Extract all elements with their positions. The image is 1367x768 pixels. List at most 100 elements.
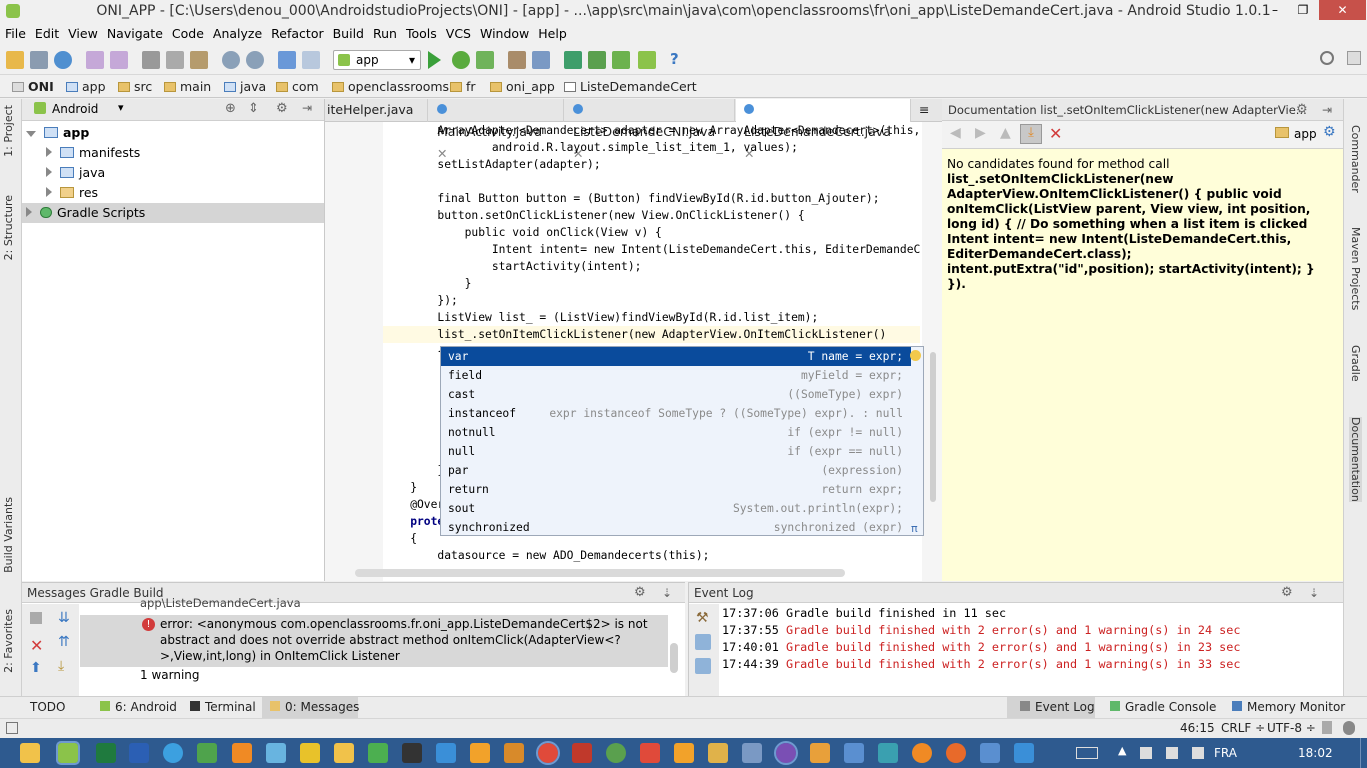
- gradle-sync-icon[interactable]: [564, 51, 582, 69]
- breadcrumb-java[interactable]: java: [224, 79, 266, 94]
- hide-icon[interactable]: ⇥: [302, 101, 312, 115]
- app-icon[interactable]: [878, 743, 898, 763]
- mark-read-icon[interactable]: [695, 634, 711, 650]
- maximize-button[interactable]: ❐: [1290, 0, 1316, 20]
- tree-item-res[interactable]: res: [46, 183, 98, 203]
- editor-scrollbar[interactable]: [922, 122, 942, 581]
- redo-icon[interactable]: [110, 51, 128, 69]
- app-icon[interactable]: [300, 743, 320, 763]
- show-desktop-button[interactable]: [1360, 738, 1367, 768]
- edit-source-icon[interactable]: ▲: [1000, 125, 1011, 141]
- pi-icon[interactable]: π: [911, 522, 918, 535]
- breadcrumb-src[interactable]: src: [118, 79, 152, 94]
- completion-item[interactable]: field myField = expr;: [441, 366, 911, 385]
- search-everywhere-icon[interactable]: [1320, 51, 1334, 65]
- menu-navigate[interactable]: Navigate: [102, 24, 167, 41]
- scrollbar-thumb[interactable]: [930, 352, 936, 502]
- messages-tab[interactable]: 0: Messages: [270, 700, 359, 714]
- project-structure-icon[interactable]: [508, 51, 526, 69]
- internet-explorer-icon[interactable]: [163, 743, 183, 763]
- gradle-tool-button[interactable]: Gradle: [1349, 345, 1362, 382]
- gear-icon[interactable]: ⚙: [1281, 583, 1293, 603]
- layout-icon[interactable]: [1347, 51, 1361, 65]
- expand-all-icon[interactable]: ⇊: [58, 610, 70, 626]
- run-config-select[interactable]: app ▾: [333, 50, 421, 70]
- export-icon[interactable]: ⤓: [58, 658, 64, 674]
- completion-item[interactable]: synchronized synchronized (expr): [441, 518, 911, 537]
- breadcrumb-listedemandecert[interactable]: ListeDemandeCert: [564, 79, 697, 94]
- app-icon[interactable]: [504, 743, 524, 763]
- chrome-icon[interactable]: [536, 741, 560, 765]
- save-icon[interactable]: [30, 51, 48, 69]
- breadcrumb-oni-app[interactable]: oni_app: [490, 79, 555, 94]
- sdk-manager-icon[interactable]: [612, 51, 630, 69]
- app-icon[interactable]: [197, 743, 217, 763]
- tree-item-app[interactable]: app: [26, 123, 322, 143]
- project-tool-button[interactable]: 1: Project: [2, 105, 15, 157]
- scroll-from-source-icon[interactable]: ⊕: [225, 101, 236, 116]
- menu-run[interactable]: Run: [368, 24, 401, 41]
- settings-icon[interactable]: [532, 51, 550, 69]
- hide-icon[interactable]: ⇣: [662, 583, 672, 603]
- scroll-to-end-icon[interactable]: [695, 658, 711, 674]
- app-icon[interactable]: [334, 743, 354, 763]
- monitor-icon[interactable]: [638, 51, 656, 69]
- app-icon[interactable]: [606, 743, 626, 763]
- tree-item-manifests[interactable]: manifests: [46, 143, 140, 163]
- firefox-icon[interactable]: [946, 743, 966, 763]
- lock-icon[interactable]: [1322, 721, 1332, 734]
- language-indicator[interactable]: FRA: [1214, 746, 1237, 760]
- settings-icon[interactable]: ⚒: [696, 610, 709, 626]
- breadcrumb-app[interactable]: app: [66, 79, 106, 94]
- back-icon[interactable]: ◀: [950, 125, 961, 141]
- gear-icon[interactable]: ⚙: [634, 583, 646, 603]
- todo-tab[interactable]: TODO: [30, 700, 65, 714]
- attach-debugger-icon[interactable]: [476, 51, 494, 69]
- close-icon[interactable]: ✕: [1049, 124, 1062, 143]
- app-icon[interactable]: [912, 743, 932, 763]
- gear-icon[interactable]: ⚙: [1323, 124, 1336, 140]
- network-icon[interactable]: [1192, 747, 1204, 759]
- terminal-tab[interactable]: Terminal: [190, 700, 256, 714]
- menu-view[interactable]: View: [63, 24, 102, 41]
- close-icon[interactable]: ✕: [30, 636, 43, 655]
- excel-icon[interactable]: [96, 743, 116, 763]
- run-icon[interactable]: [428, 51, 441, 69]
- app-icon[interactable]: [368, 743, 388, 763]
- structure-tool-button[interactable]: 2: Structure: [2, 195, 15, 260]
- sync-icon[interactable]: [54, 51, 72, 69]
- completion-item[interactable]: par (expression): [441, 461, 911, 480]
- breadcrumb-oni[interactable]: ONI: [12, 79, 54, 94]
- completion-item[interactable]: instanceof expr instanceof SomeType ? ((S…: [441, 404, 911, 423]
- menu-analyze[interactable]: Analyze: [208, 24, 266, 41]
- completion-item[interactable]: sout System.out.println(expr);: [441, 499, 911, 518]
- gradle-console-tab[interactable]: Gradle Console: [1110, 700, 1216, 714]
- menu-edit[interactable]: Edit: [30, 24, 63, 41]
- tree-item-gradle-scripts[interactable]: Gradle Scripts: [22, 203, 324, 223]
- stop-icon[interactable]: [30, 612, 42, 624]
- error-message-row[interactable]: ! error: <anonymous com.openclassrooms.f…: [80, 615, 668, 667]
- completion-item[interactable]: notnull if (expr != null): [441, 423, 911, 442]
- menu-help[interactable]: Help: [533, 24, 571, 41]
- menu-refactor[interactable]: Refactor: [266, 24, 327, 41]
- breadcrumb-main[interactable]: main: [164, 79, 211, 94]
- debug-icon[interactable]: [452, 51, 470, 69]
- commander-tool-button[interactable]: Commander: [1349, 125, 1362, 193]
- line-separator[interactable]: CRLF ÷: [1221, 721, 1265, 735]
- breadcrumb-openclassrooms[interactable]: openclassrooms: [332, 79, 449, 94]
- word-icon[interactable]: [129, 743, 149, 763]
- minimize-button[interactable]: –: [1262, 0, 1288, 20]
- pdf-icon[interactable]: [640, 743, 660, 763]
- completion-item[interactable]: var T name = expr;: [441, 347, 911, 366]
- paste-icon[interactable]: [190, 51, 208, 69]
- app-icon[interactable]: [266, 743, 286, 763]
- messages-scrollbar[interactable]: [670, 643, 678, 673]
- back-icon[interactable]: [278, 51, 296, 69]
- menu-vcs[interactable]: VCS: [441, 24, 475, 41]
- forward-icon[interactable]: [302, 51, 320, 69]
- menu-build[interactable]: Build: [328, 24, 368, 41]
- app-icon[interactable]: [436, 743, 456, 763]
- keyboard-icon[interactable]: [1076, 747, 1098, 759]
- completion-item[interactable]: null if (expr == null): [441, 442, 911, 461]
- hide-icon[interactable]: ⇥: [1322, 99, 1332, 121]
